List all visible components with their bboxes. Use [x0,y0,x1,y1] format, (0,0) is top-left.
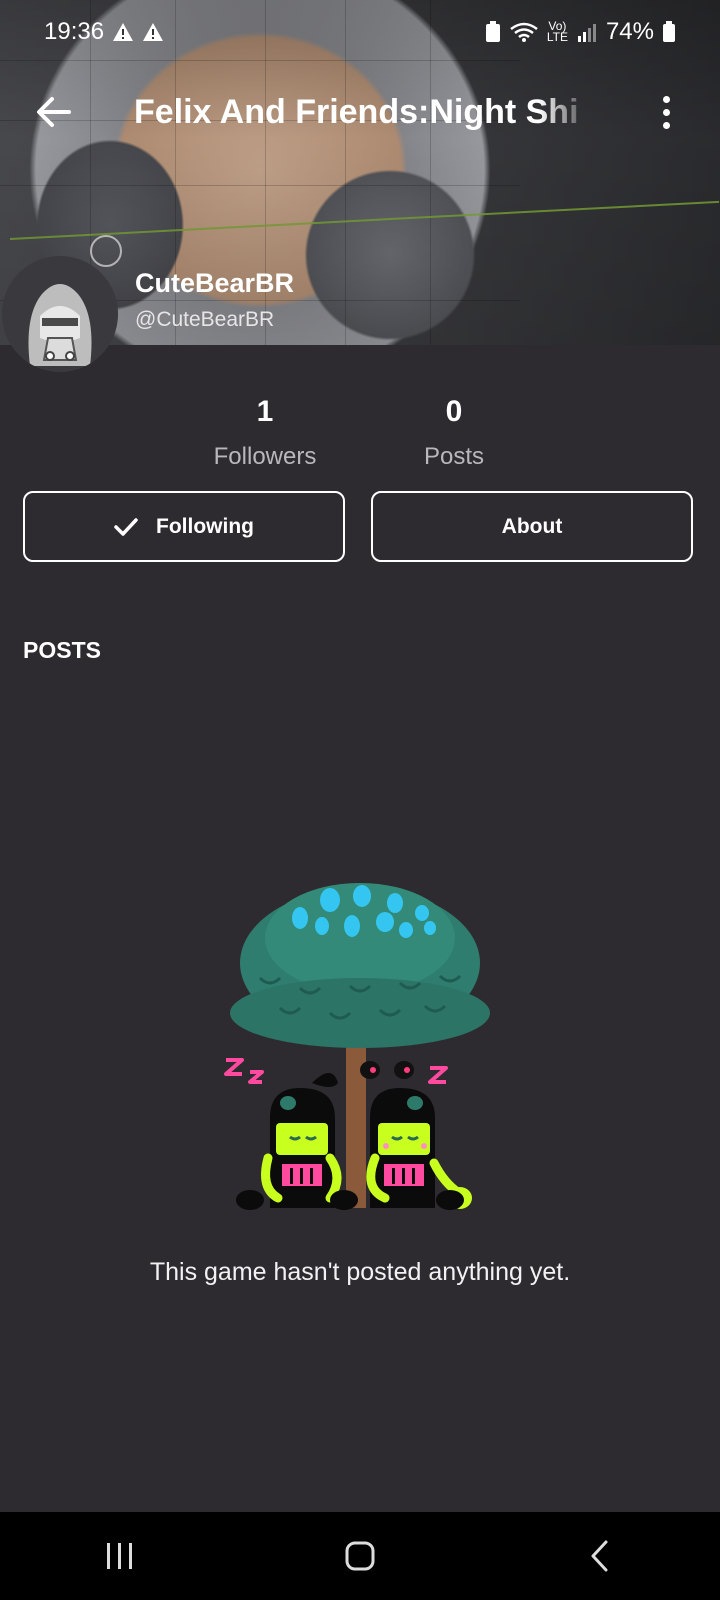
status-bar: 19:36 Vo) LTE 74% [0,0,720,64]
empty-posts-message: This game hasn't posted anything yet. [149,1258,571,1286]
chevron-left-icon [591,1540,608,1572]
more-vert-icon [662,95,670,103]
arrow-left-icon [37,97,71,127]
bear-avatar-icon [2,256,118,372]
followers-count: 1 [256,395,274,428]
status-time: 19:36 [44,18,105,45]
posts-stat: 0 Posts [364,395,544,471]
about-label: About [501,514,563,538]
posts-count: 0 [445,395,463,428]
following-button[interactable]: Following [23,491,345,562]
checkmark-icon [114,517,138,536]
battery-saver-icon [485,21,500,42]
followers-stat[interactable]: 1 Followers [175,395,355,471]
signal-icon [577,24,596,42]
back-nav-button[interactable] [570,1526,630,1586]
volte-icon: Vo) LTE [546,19,568,44]
more-options-button[interactable] [646,82,686,142]
warning-icon [143,23,164,41]
sleeping-under-tree-illustration [210,878,510,1238]
battery-icon [663,21,675,42]
wifi-icon [510,22,538,42]
home-icon [345,1541,375,1571]
posts-label: Posts [423,443,485,470]
following-label: Following [156,514,254,538]
battery-level: 74% [605,18,654,45]
warning-icon [113,23,134,41]
top-app-bar: Felix And Friends:Night Shi [0,72,720,152]
creator-name[interactable]: CuteBearBR [135,268,294,299]
back-button[interactable] [24,82,84,142]
creator-handle[interactable]: @CuteBearBR [135,308,274,332]
followers-label: Followers [213,443,317,470]
recent-apps-button[interactable] [90,1526,150,1586]
page-title: Felix And Friends:Night Shi [134,92,579,131]
recents-icon [107,1543,132,1569]
creator-avatar[interactable] [2,256,118,372]
posts-section-title: POSTS [23,637,101,663]
system-navigation-bar [0,1512,720,1600]
home-button[interactable] [330,1526,390,1586]
about-button[interactable]: About [371,491,693,562]
